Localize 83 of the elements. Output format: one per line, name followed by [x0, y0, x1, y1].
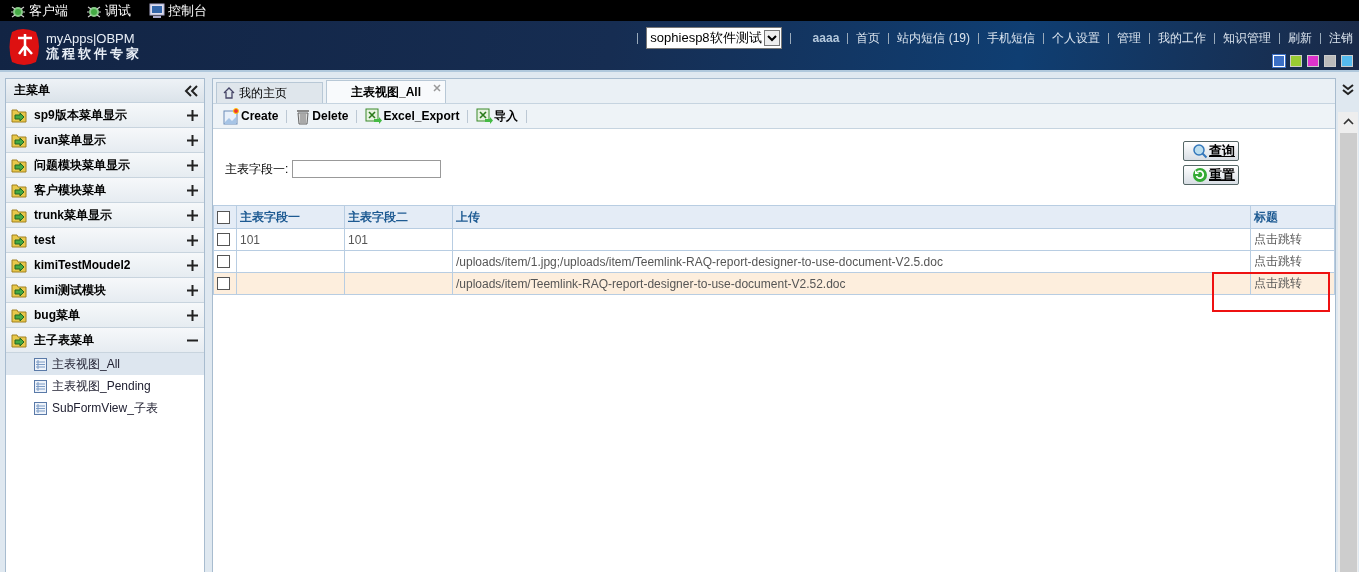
- trash-icon: [295, 107, 312, 125]
- tab[interactable]: 主表视图_All: [326, 80, 446, 103]
- theme-swatch[interactable]: [1324, 55, 1336, 67]
- sidebar-item[interactable]: test: [6, 228, 204, 253]
- column-header[interactable]: 主表字段二: [344, 205, 453, 229]
- folder-icon: [11, 282, 28, 298]
- logo-subtitle: 流程软件专家: [46, 45, 142, 61]
- sidebar-item[interactable]: sp9版本菜单显示: [6, 103, 204, 128]
- sidebar-item[interactable]: 主子表菜单: [6, 328, 204, 353]
- refresh-icon: [1192, 167, 1208, 183]
- monitor-icon: [149, 2, 165, 19]
- table-cell: /uploads/item/Teemlink-RAQ-report-designer-to-use-document-V2.52.doc: [456, 276, 846, 291]
- table-cell: 101: [348, 232, 369, 247]
- nav-link[interactable]: 管理: [1117, 29, 1141, 47]
- home-icon: [223, 87, 235, 99]
- sidebar-item[interactable]: 问题模块菜单显示: [6, 153, 204, 178]
- user-name[interactable]: aaaa: [812, 31, 840, 45]
- checkbox[interactable]: [217, 255, 230, 268]
- new-document-icon: [223, 107, 240, 125]
- nav-link[interactable]: 手机短信: [987, 29, 1035, 47]
- list-icon: [34, 357, 47, 371]
- folder-icon: [11, 157, 28, 173]
- nav-link[interactable]: 知识管理: [1223, 29, 1271, 47]
- input-field[interactable]: [292, 160, 442, 178]
- expand-button[interactable]: [1342, 84, 1354, 96]
- tree-item[interactable]: 主表视图_All: [6, 353, 204, 375]
- folder-icon: [11, 332, 28, 348]
- checkbox[interactable]: [217, 210, 230, 224]
- search-icon: [1192, 143, 1208, 159]
- list-icon: [34, 379, 47, 393]
- menu-item[interactable]: 控制台: [149, 1, 207, 20]
- folder-icon: [11, 132, 28, 148]
- theme-swatch[interactable]: [1307, 55, 1319, 67]
- collapse-icon: [184, 84, 198, 97]
- toolbar-button[interactable]: Create: [223, 107, 279, 125]
- column-header[interactable]: 主表字段一: [236, 205, 345, 229]
- sidebar-item[interactable]: trunk菜单显示: [6, 203, 204, 228]
- folder-icon: [11, 207, 28, 223]
- search-button[interactable]: 查询: [1183, 141, 1239, 161]
- nav-link[interactable]: 站内短信 (19): [897, 29, 970, 47]
- checkbox[interactable]: [217, 233, 230, 246]
- nav-link[interactable]: 刷新: [1288, 29, 1312, 47]
- folder-icon: [11, 307, 28, 323]
- expand-down-icon: [1342, 84, 1354, 96]
- nav-link[interactable]: 首页: [856, 29, 881, 47]
- sidebar-item[interactable]: 客户模块菜单: [6, 178, 204, 203]
- column-header[interactable]: 标题: [1250, 205, 1335, 229]
- scroll-up-icon: [1342, 118, 1354, 125]
- tab[interactable]: 我的主页: [216, 82, 323, 103]
- table-cell: 101: [240, 232, 261, 247]
- column-header[interactable]: 上传: [452, 205, 1251, 229]
- folder-icon: [11, 232, 28, 248]
- spreadsheet-icon: [365, 108, 383, 124]
- sidebar-item[interactable]: kimiTestMoudel2: [6, 253, 204, 278]
- toolbar-button[interactable]: Excel_Export: [365, 108, 460, 124]
- spreadsheet-icon: [476, 108, 494, 124]
- folder-icon: [11, 182, 28, 198]
- sidebar-item[interactable]: ivan菜单显示: [6, 128, 204, 153]
- list-icon: [34, 401, 47, 415]
- toolbar-button[interactable]: 导入: [476, 107, 519, 125]
- menu-item[interactable]: 调试: [86, 1, 131, 20]
- sidebar-title: 主菜单: [14, 82, 50, 99]
- nav-link[interactable]: 个人设置: [1052, 29, 1100, 47]
- reset-button[interactable]: 重置: [1183, 165, 1239, 185]
- scrollbar[interactable]: [1338, 112, 1358, 572]
- table-cell: /uploads/item/1.jpg;/uploads/item/Teemlink-RAQ-report-designer-to-use-document-V2.5.doc: [456, 254, 943, 269]
- sidebar-item[interactable]: bug菜单: [6, 303, 204, 328]
- tree-item[interactable]: 主表视图_Pending: [6, 375, 204, 397]
- nav-link[interactable]: 注销: [1329, 29, 1353, 47]
- theme-swatch[interactable]: [1341, 55, 1353, 67]
- toolbar-button[interactable]: Delete: [295, 107, 349, 125]
- tree-item[interactable]: SubFormView_子表: [6, 397, 204, 419]
- app-select[interactable]: sophiesp8软件测试: [646, 27, 782, 49]
- checkbox[interactable]: [217, 277, 230, 290]
- menu-item[interactable]: 客户端: [10, 1, 68, 20]
- nav-link[interactable]: 我的工作: [1158, 29, 1206, 47]
- folder-icon: [11, 107, 28, 123]
- theme-swatch[interactable]: [1290, 55, 1302, 67]
- logo-title: myApps|OBPM: [46, 30, 135, 46]
- field-label: 主表字段一:: [225, 160, 289, 178]
- folder-icon: [11, 257, 28, 273]
- close-icon: [433, 84, 441, 92]
- sidebar-item[interactable]: kimi测试模块: [6, 278, 204, 303]
